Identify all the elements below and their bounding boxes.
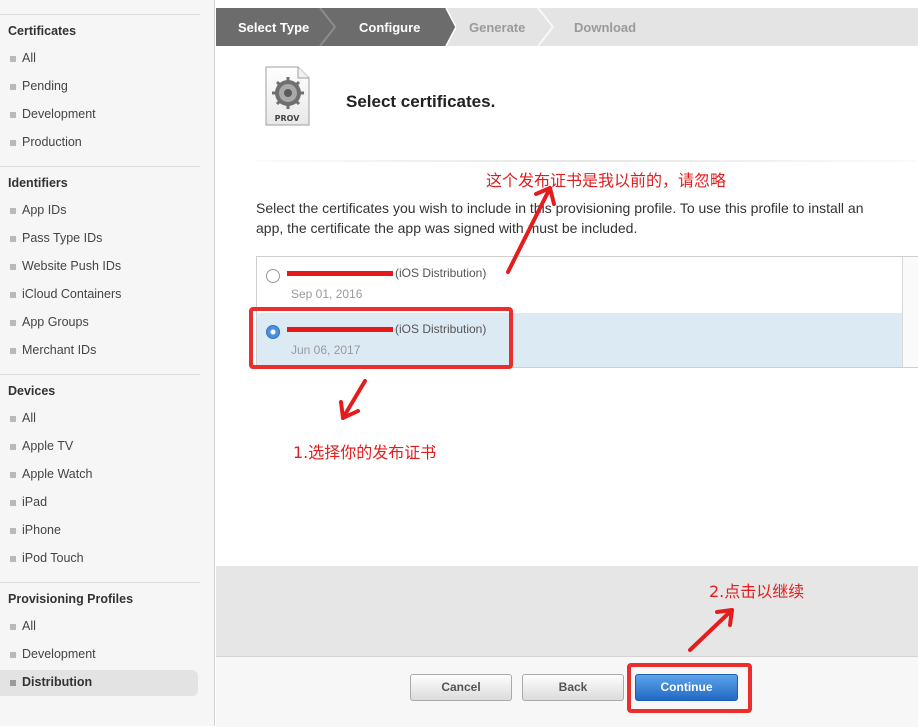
annotation-arrow-icon [688,608,734,652]
annotation-arrow-icon [506,186,556,274]
annotation-arrow-icon [339,379,367,420]
annotation-arrows [339,186,734,652]
